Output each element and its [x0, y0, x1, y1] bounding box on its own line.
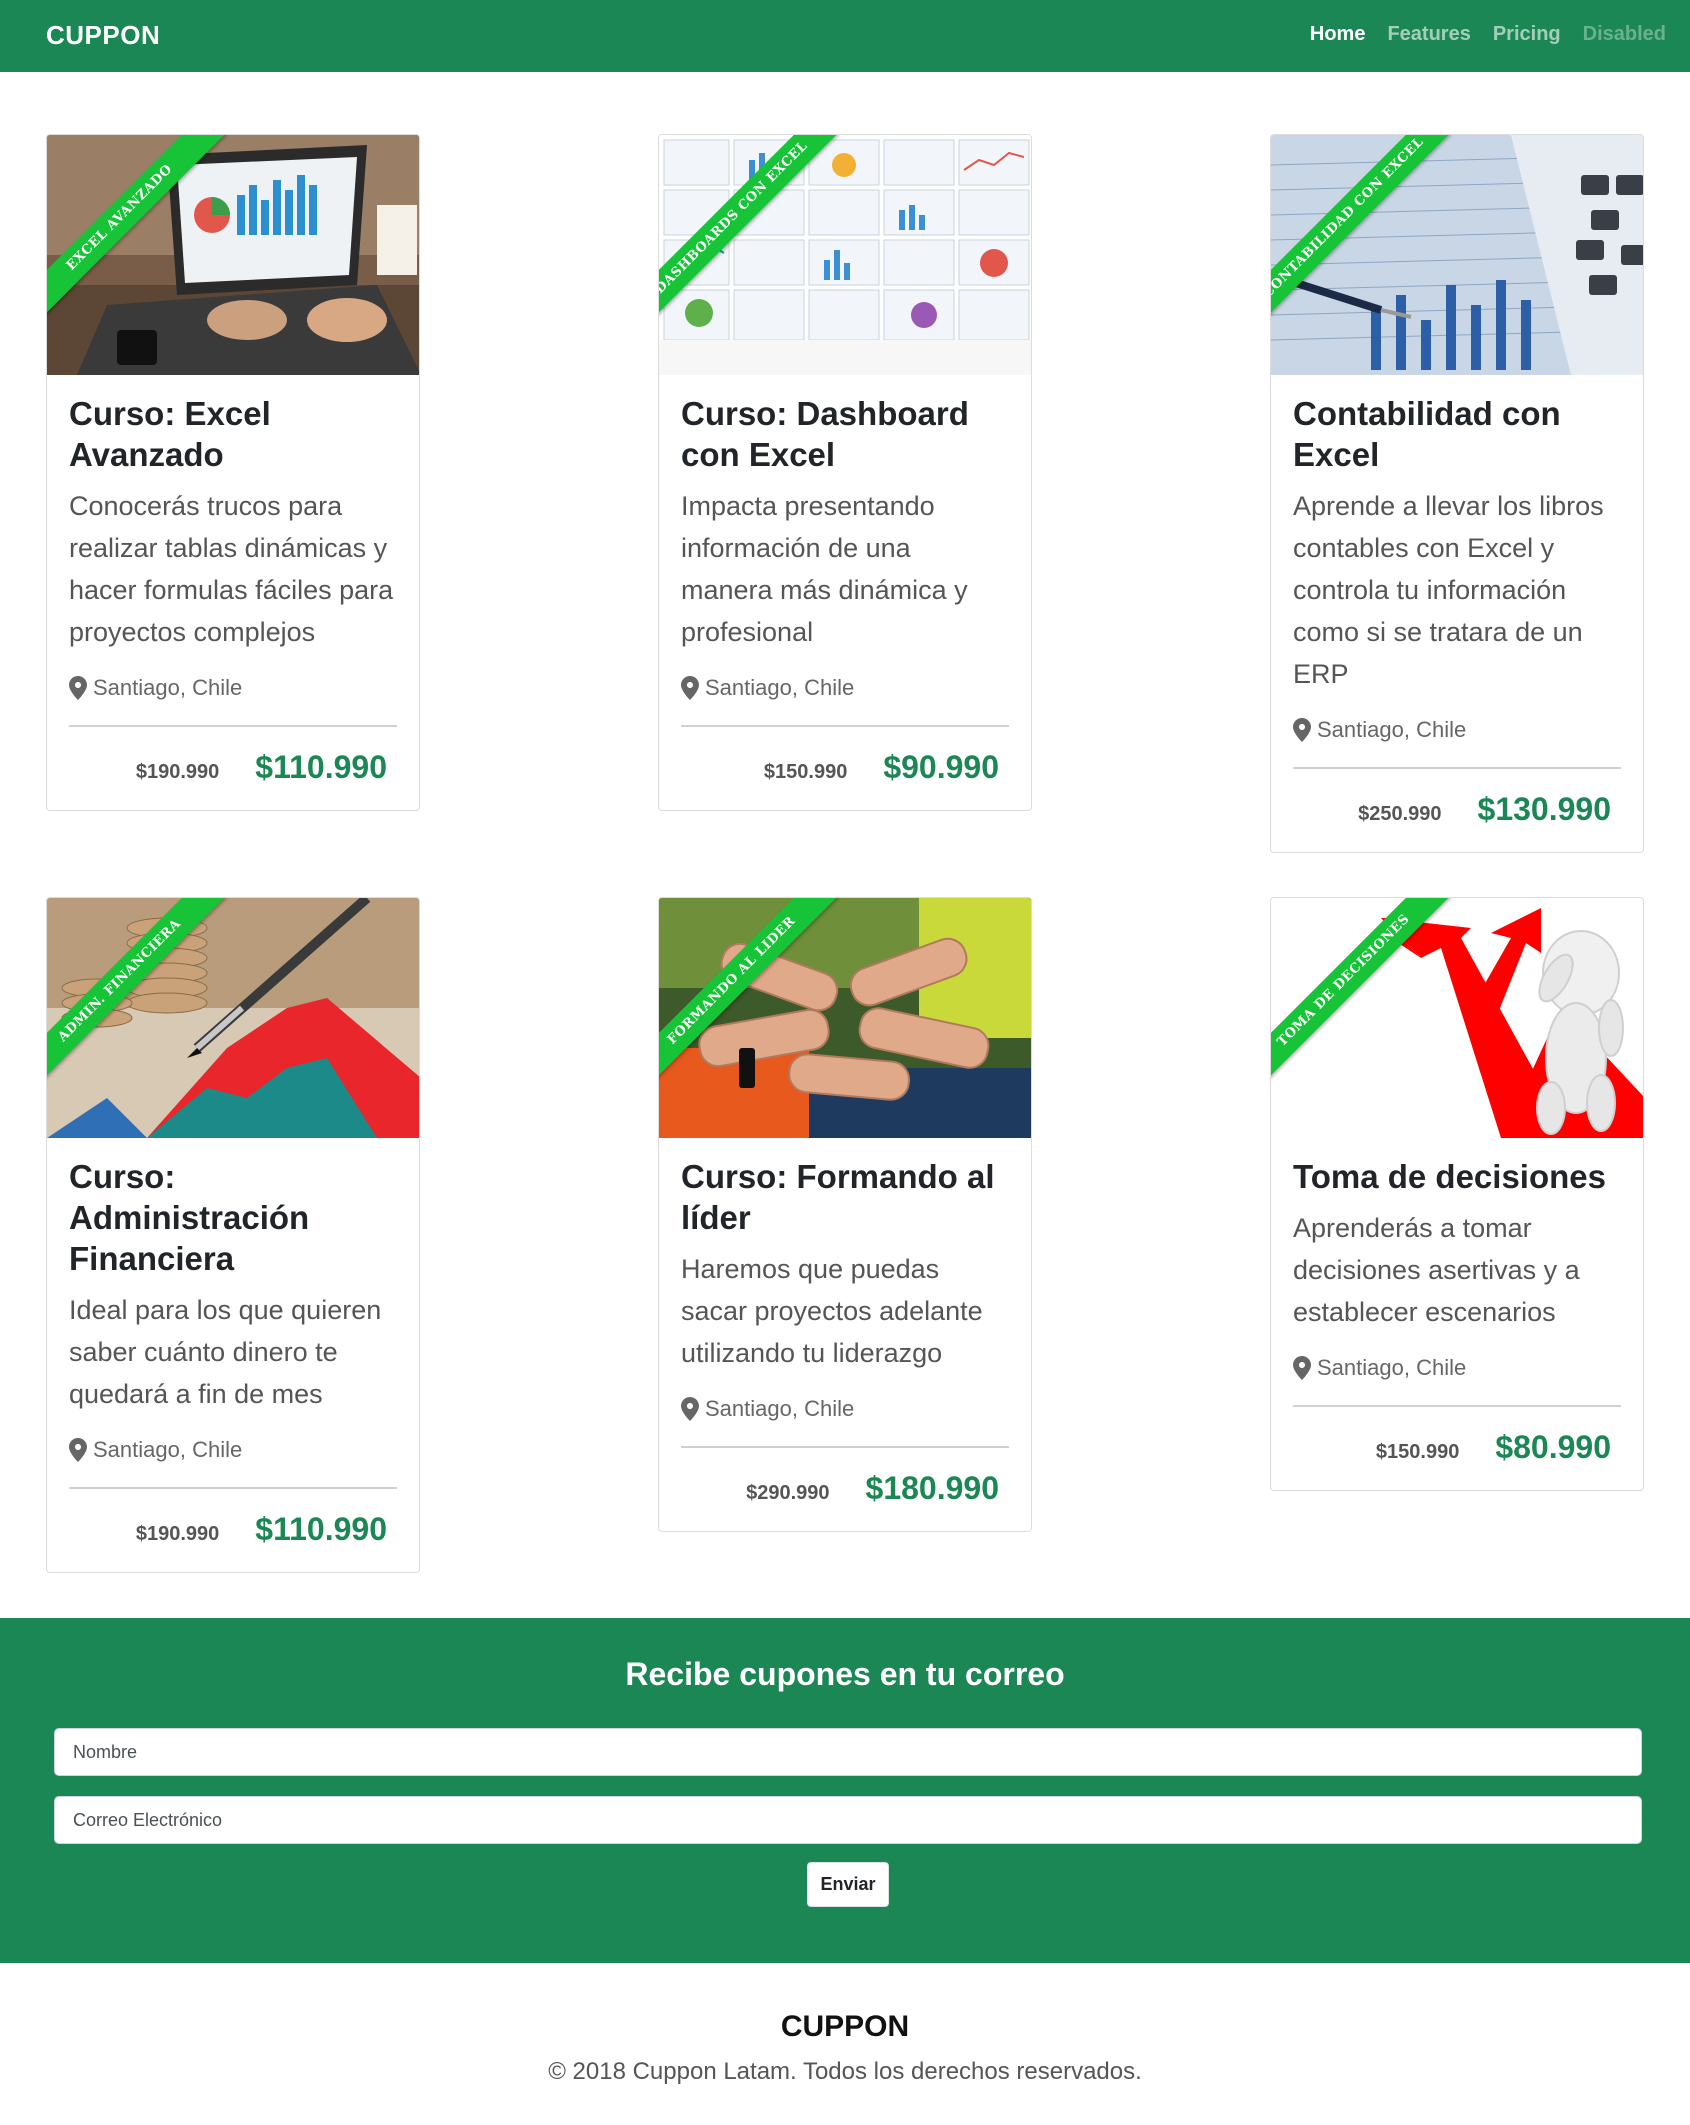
nav-link-features[interactable]: Features — [1387, 23, 1470, 46]
price-row: $150.990 $90.990 — [681, 749, 1009, 786]
new-price: $90.990 — [883, 749, 999, 785]
new-price: $110.990 — [255, 1511, 387, 1547]
course-title: Curso: Dashboard con Excel — [681, 395, 969, 473]
location-text: Santiago, Chile — [1317, 1355, 1467, 1380]
course-description: Ideal para los que quieren saber cuánto … — [69, 1295, 382, 1409]
nav-links: Home Features Pricing Disabled — [1310, 23, 1666, 46]
location-text: Santiago, Chile — [93, 1437, 243, 1462]
course-description: Aprenderás a tomar decisiones asertivas … — [1293, 1213, 1580, 1327]
location-text: Santiago, Chile — [1317, 717, 1467, 742]
nav-link-disabled: Disabled — [1582, 23, 1666, 45]
price-row: $250.990 $130.990 — [1293, 791, 1621, 828]
divider — [681, 725, 1009, 727]
newsletter-section: Recibe cupones en tu correo Enviar — [0, 1618, 1690, 1963]
email-input[interactable] — [54, 1796, 1642, 1844]
old-price: $190.990 — [135, 761, 220, 783]
card-body: Curso: Formando al líder Haremos que pue… — [659, 1138, 1031, 1531]
course-location: Santiago, Chile — [69, 1437, 397, 1463]
map-pin-icon — [681, 1397, 699, 1421]
nav-link-pricing[interactable]: Pricing — [1493, 23, 1561, 46]
map-pin-icon — [1293, 718, 1311, 742]
course-description: Haremos que puedas sacar proyectos adela… — [681, 1254, 983, 1368]
old-price: $250.990 — [1358, 803, 1442, 825]
old-price: $190.990 — [135, 1523, 220, 1545]
old-price: $290.990 — [746, 1482, 830, 1504]
new-price: $80.990 — [1495, 1429, 1611, 1465]
card-body: Contabilidad con Excel Aprende a llevar … — [1271, 375, 1643, 852]
brand-logo[interactable]: CUPPON — [46, 20, 160, 51]
new-price: $110.990 — [255, 749, 387, 785]
course-image-decisions: TOMA DE DECISIONES — [1271, 898, 1643, 1138]
course-title: Curso: Excel Avanzado — [69, 395, 271, 473]
course-location: Santiago, Chile — [681, 1396, 1009, 1422]
course-description: Conocerás trucos para realizar tablas di… — [69, 491, 394, 647]
location-text: Santiago, Chile — [705, 675, 855, 700]
price-row: $290.990 $180.990 — [681, 1470, 1009, 1507]
course-card[interactable]: DASHBOARDS CON EXCEL Curso: Dashboard co… — [658, 134, 1032, 811]
old-price: $150.990 — [1375, 1441, 1460, 1463]
course-location: Santiago, Chile — [1293, 1355, 1621, 1381]
course-title: Toma de decisiones — [1293, 1158, 1606, 1195]
divider — [1293, 767, 1621, 769]
course-title: Curso: Formando al líder — [681, 1158, 995, 1236]
divider — [69, 725, 397, 727]
location-text: Santiago, Chile — [93, 675, 243, 700]
divider — [681, 1446, 1009, 1448]
course-image-laptop-excel: EXCEL AVANZADO — [47, 135, 419, 375]
map-pin-icon — [1293, 1356, 1311, 1380]
price-row: $150.990 $80.990 — [1293, 1429, 1621, 1466]
footer-brand: CUPPON — [780, 2010, 910, 2043]
course-description: Aprende a llevar los libros contables co… — [1293, 491, 1604, 689]
course-image-finance: ADMIN. FINANCIERA — [47, 898, 419, 1138]
course-card[interactable]: EXCEL AVANZADO Curso: Excel Avanzado Con… — [46, 134, 420, 811]
course-card[interactable]: FORMANDO AL LIDER Curso: Formando al líd… — [658, 897, 1032, 1532]
new-price: $180.990 — [865, 1470, 999, 1506]
divider — [69, 1487, 397, 1489]
course-card[interactable]: ADMIN. FINANCIERA Curso: Administración … — [46, 897, 420, 1573]
price-row: $190.990 $110.990 — [69, 749, 397, 786]
new-price: $130.990 — [1477, 791, 1611, 827]
navbar: CUPPON Home Features Pricing Disabled — [0, 0, 1690, 72]
submit-button[interactable]: Enviar — [807, 1862, 889, 1907]
course-card[interactable]: TOMA DE DECISIONES Toma de decisiones Ap… — [1270, 897, 1644, 1491]
course-image-accounting: CONTABILIDAD CON EXCEL — [1271, 135, 1643, 375]
card-body: Curso: Dashboard con Excel Impacta prese… — [659, 375, 1031, 810]
old-price: $150.990 — [763, 761, 848, 783]
course-description: Impacta presentando información de una m… — [681, 491, 968, 647]
course-card[interactable]: CONTABILIDAD CON EXCEL Contabilidad con … — [1270, 134, 1644, 853]
newsletter-title: Recibe cupones en tu correo — [625, 1656, 1065, 1692]
footer-copyright: © 2018 Cuppon Latam. Todos los derechos … — [548, 2058, 1142, 2085]
nav-link-home[interactable]: Home — [1310, 23, 1366, 46]
map-pin-icon — [681, 676, 699, 700]
card-body: Toma de decisiones Aprenderás a tomar de… — [1271, 1138, 1643, 1490]
card-body: Curso: Administración Financiera Ideal p… — [47, 1138, 419, 1572]
course-image-dashboards: DASHBOARDS CON EXCEL — [659, 135, 1031, 375]
course-location: Santiago, Chile — [1293, 717, 1621, 743]
location-text: Santiago, Chile — [705, 1396, 855, 1421]
map-pin-icon — [69, 1438, 87, 1462]
map-pin-icon — [69, 676, 87, 700]
name-input[interactable] — [54, 1728, 1642, 1776]
course-location: Santiago, Chile — [681, 675, 1009, 701]
divider — [1293, 1405, 1621, 1407]
course-location: Santiago, Chile — [69, 675, 397, 701]
card-body: Curso: Excel Avanzado Conocerás trucos p… — [47, 375, 419, 810]
course-image-leadership: FORMANDO AL LIDER — [659, 898, 1031, 1138]
price-row: $190.990 $110.990 — [69, 1511, 397, 1548]
course-title: Curso: Administración Financiera — [69, 1158, 310, 1277]
course-title: Contabilidad con Excel — [1293, 395, 1561, 473]
